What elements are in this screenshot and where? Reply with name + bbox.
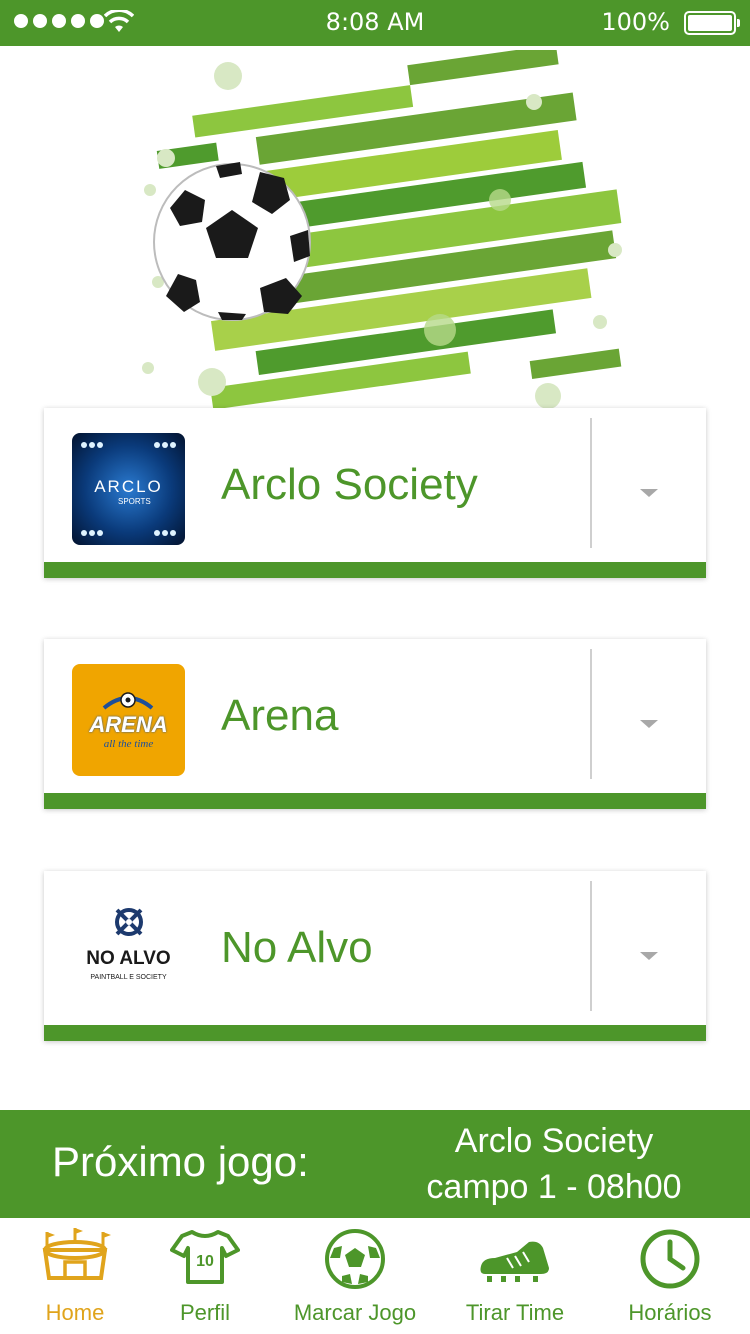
tab-label: Perfil xyxy=(179,1300,231,1325)
next-game-label: Próximo jogo: xyxy=(52,1138,309,1185)
venue-card-arclo-society[interactable]: ARCLO SPORTS Arclo Society xyxy=(44,408,706,578)
venue-name: No Alvo xyxy=(221,923,373,972)
card-accent-strip xyxy=(44,793,706,809)
next-game-banner: Próximo jogo: Arclo Society campo 1 - 08… xyxy=(0,1110,750,1218)
no-alvo-logo: NO ALVO PAINTBALL E SOCIETY xyxy=(72,896,185,1008)
tab-label: Home xyxy=(45,1300,105,1325)
venue-card-no-alvo[interactable]: NO ALVO PAINTBALL E SOCIETY No Alvo xyxy=(44,871,706,1041)
venue-card-arena[interactable]: ARENA all the time Arena xyxy=(44,639,706,809)
tab-tirar-time[interactable]: Tirar Time xyxy=(455,1218,575,1334)
battery-percent: 100% xyxy=(601,8,670,36)
no-alvo-logo-text: NO ALVO xyxy=(86,948,171,969)
card-accent-strip xyxy=(44,1025,706,1041)
jersey-icon: 10 xyxy=(170,1230,240,1284)
battery-icon xyxy=(684,11,740,35)
arclo-sports-logo: ARCLO SPORTS xyxy=(72,433,185,545)
tab-bar: Home 10 Perfil Marcar Jogo Tirar Time Ho… xyxy=(0,1218,750,1334)
tab-marcar-jogo[interactable]: Marcar Jogo xyxy=(280,1218,430,1334)
venue-name: Arena xyxy=(221,691,339,740)
chevron-down-icon[interactable] xyxy=(640,489,658,497)
arclo-logo-text: ARCLO xyxy=(94,477,163,496)
card-divider xyxy=(590,881,592,1011)
chevron-down-icon[interactable] xyxy=(640,952,658,960)
soccer-ball-hero-illustration xyxy=(142,50,622,410)
next-game-venue: Arclo Society xyxy=(454,1122,654,1160)
venue-name: Arclo Society xyxy=(221,460,478,509)
card-divider xyxy=(590,649,592,779)
clock-icon xyxy=(640,1229,700,1289)
tab-label: Horários xyxy=(628,1300,712,1325)
no-alvo-logo-subtext: PAINTBALL E SOCIETY xyxy=(90,974,167,981)
card-accent-strip xyxy=(44,562,706,578)
cleat-icon xyxy=(480,1241,549,1282)
tab-home[interactable]: Home xyxy=(20,1218,130,1334)
tab-label: Marcar Jogo xyxy=(293,1300,417,1325)
stadium-icon xyxy=(42,1228,111,1280)
tab-perfil[interactable]: 10 Perfil xyxy=(150,1218,260,1334)
arclo-logo-subtext: SPORTS xyxy=(118,497,151,506)
next-game-details: Arclo Society campo 1 - 08h00 xyxy=(380,1118,728,1210)
next-game-slot: campo 1 - 08h00 xyxy=(426,1168,682,1206)
svg-text:10: 10 xyxy=(196,1253,214,1270)
tab-label: Tirar Time xyxy=(465,1300,565,1325)
soccer-ball-icon xyxy=(325,1229,385,1289)
arena-logo: ARENA all the time xyxy=(72,664,185,776)
arena-logo-text: ARENA xyxy=(89,712,168,737)
status-bar: 8:08 AM 100% xyxy=(0,0,750,46)
card-divider xyxy=(590,418,592,548)
arena-logo-subtext: all the time xyxy=(103,738,154,750)
tab-horarios[interactable]: Horários xyxy=(610,1218,730,1334)
chevron-down-icon[interactable] xyxy=(640,720,658,728)
